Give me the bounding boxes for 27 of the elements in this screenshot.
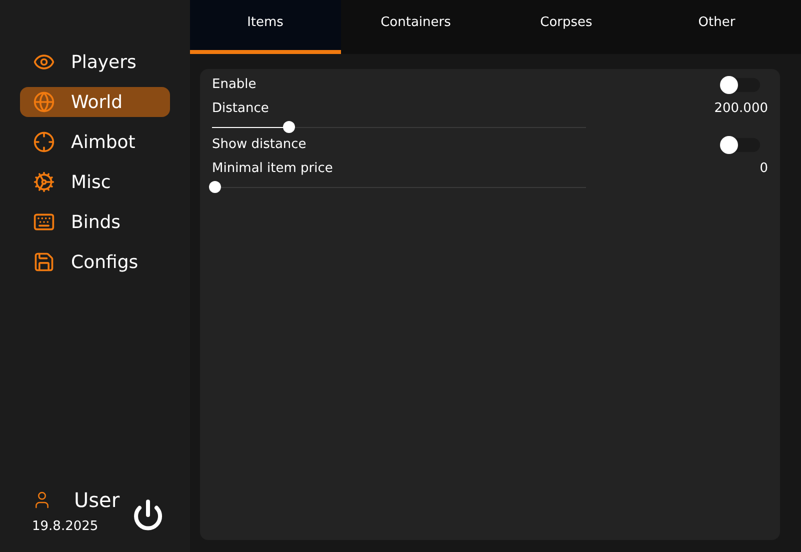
- slider[interactable]: [209, 181, 589, 193]
- sidebar-item[interactable]: Misc: [20, 167, 170, 197]
- setting-value: 0: [760, 160, 768, 178]
- sidebar-item[interactable]: Aimbot: [20, 127, 170, 157]
- toggle-switch[interactable]: [720, 138, 760, 152]
- sidebar-item[interactable]: Players: [20, 47, 170, 77]
- setting-label: Show distance: [212, 136, 306, 154]
- setting-label: Minimal item price: [212, 160, 333, 178]
- crosshair-icon: [33, 131, 55, 153]
- tab[interactable]: Items: [190, 0, 340, 54]
- globe-icon: [33, 91, 55, 113]
- slider-thumb[interactable]: [209, 181, 221, 193]
- date-text: 19.8.2025: [32, 518, 100, 536]
- setting-label: Distance: [212, 100, 269, 118]
- keyboard-icon: [33, 211, 55, 233]
- sidebar-item[interactable]: Binds: [20, 207, 170, 237]
- user-name: User: [74, 486, 120, 514]
- setting-label: Enable: [212, 76, 256, 94]
- slider[interactable]: [209, 121, 589, 133]
- slider-thumb[interactable]: [282, 121, 295, 133]
- toggle-switch[interactable]: [720, 78, 760, 92]
- sidebar-item[interactable]: World: [20, 87, 170, 117]
- sidebar-item[interactable]: Configs: [20, 247, 170, 277]
- setting-value: 200.000: [714, 100, 768, 118]
- gears-icon: [33, 171, 55, 193]
- power-button[interactable]: [132, 499, 164, 532]
- power-icon: [132, 499, 164, 532]
